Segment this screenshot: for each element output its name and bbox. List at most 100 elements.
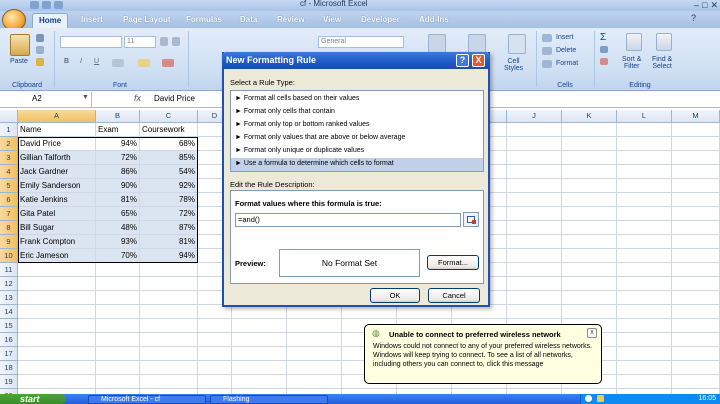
empty-cell[interactable] bbox=[672, 151, 720, 165]
score-cell[interactable]: 92% bbox=[140, 179, 198, 193]
row-header-2[interactable]: 2 bbox=[0, 137, 18, 151]
tab-data[interactable]: Data bbox=[234, 13, 263, 28]
empty-cell[interactable] bbox=[507, 263, 562, 277]
empty-cell[interactable] bbox=[562, 263, 617, 277]
empty-cell[interactable] bbox=[562, 165, 617, 179]
empty-cell[interactable] bbox=[140, 277, 198, 291]
select-all-corner[interactable] bbox=[0, 110, 18, 123]
empty-cell[interactable] bbox=[507, 305, 562, 319]
empty-cell[interactable] bbox=[140, 347, 198, 361]
column-header-m[interactable]: M bbox=[672, 110, 720, 123]
score-cell[interactable]: 90% bbox=[96, 179, 140, 193]
row-header-13[interactable]: 13 bbox=[0, 291, 18, 305]
score-cell[interactable]: 86% bbox=[96, 165, 140, 179]
empty-cell[interactable] bbox=[18, 277, 96, 291]
dialog-close-button[interactable]: X bbox=[472, 54, 485, 67]
cut-icon[interactable] bbox=[36, 34, 44, 42]
tab-home[interactable]: Home bbox=[32, 13, 69, 28]
format-as-table-icon[interactable] bbox=[468, 34, 486, 54]
empty-cell[interactable] bbox=[672, 123, 720, 137]
format-painter-icon[interactable] bbox=[36, 58, 44, 66]
score-cell[interactable]: 81% bbox=[96, 193, 140, 207]
empty-cell[interactable] bbox=[18, 333, 96, 347]
taskbar-item-excel[interactable]: Microsoft Excel - cf bbox=[88, 395, 206, 404]
row-header-5[interactable]: 5 bbox=[0, 179, 18, 193]
sort-filter-label[interactable]: Sort & Filter bbox=[622, 56, 641, 70]
fill-icon[interactable] bbox=[600, 46, 608, 53]
empty-cell[interactable] bbox=[140, 375, 198, 389]
paste-icon[interactable] bbox=[10, 34, 30, 56]
sort-filter-icon[interactable] bbox=[626, 33, 642, 51]
empty-cell[interactable] bbox=[672, 361, 720, 375]
column-header-a[interactable]: A bbox=[18, 110, 96, 123]
empty-cell[interactable] bbox=[287, 347, 342, 361]
taskbar-item-flashing[interactable]: Flashing bbox=[210, 395, 328, 404]
start-button[interactable]: start bbox=[0, 394, 66, 404]
insert-cells-icon[interactable] bbox=[542, 34, 552, 42]
row-header-17[interactable]: 17 bbox=[0, 347, 18, 361]
empty-cell[interactable] bbox=[18, 291, 96, 305]
tab-view[interactable]: View bbox=[317, 13, 347, 28]
row-header-14[interactable]: 14 bbox=[0, 305, 18, 319]
cell-styles-icon[interactable] bbox=[508, 34, 526, 54]
bold-icon[interactable]: B bbox=[64, 58, 69, 65]
column-header-j[interactable]: J bbox=[507, 110, 562, 123]
empty-cell[interactable] bbox=[562, 193, 617, 207]
format-cells-label[interactable]: Format bbox=[556, 60, 578, 67]
quick-access-redo-icon[interactable] bbox=[54, 1, 63, 9]
empty-cell[interactable] bbox=[617, 221, 672, 235]
row-header-10[interactable]: 10 bbox=[0, 249, 18, 263]
rule-type-item[interactable]: ► Format only values that are above or b… bbox=[231, 132, 483, 145]
empty-cell[interactable] bbox=[96, 347, 140, 361]
empty-cell[interactable] bbox=[672, 137, 720, 151]
fill-color-icon[interactable] bbox=[138, 59, 150, 67]
empty-cell[interactable] bbox=[507, 179, 562, 193]
name-box[interactable]: A2 bbox=[0, 92, 92, 107]
borders-icon[interactable] bbox=[112, 59, 124, 67]
quick-access-save-icon[interactable] bbox=[30, 1, 39, 9]
empty-cell[interactable] bbox=[617, 137, 672, 151]
empty-cell[interactable] bbox=[672, 207, 720, 221]
empty-cell[interactable] bbox=[617, 347, 672, 361]
empty-cell[interactable] bbox=[672, 249, 720, 263]
empty-cell[interactable] bbox=[617, 319, 672, 333]
empty-cell[interactable] bbox=[562, 305, 617, 319]
ok-button[interactable]: OK bbox=[370, 288, 420, 303]
row-header-15[interactable]: 15 bbox=[0, 319, 18, 333]
empty-cell[interactable] bbox=[617, 263, 672, 277]
row-header-8[interactable]: 8 bbox=[0, 221, 18, 235]
row-header-9[interactable]: 9 bbox=[0, 235, 18, 249]
empty-cell[interactable] bbox=[672, 193, 720, 207]
score-cell[interactable]: 93% bbox=[96, 235, 140, 249]
font-color-icon[interactable] bbox=[162, 59, 174, 67]
delete-cells-icon[interactable] bbox=[542, 47, 552, 55]
empty-cell[interactable] bbox=[617, 207, 672, 221]
column-header-k[interactable]: K bbox=[562, 110, 617, 123]
empty-cell[interactable] bbox=[18, 263, 96, 277]
empty-cell[interactable] bbox=[287, 319, 342, 333]
font-name-box[interactable] bbox=[60, 36, 122, 48]
dialog-help-button[interactable]: ? bbox=[456, 54, 469, 67]
empty-cell[interactable] bbox=[18, 319, 96, 333]
row-header-4[interactable]: 4 bbox=[0, 165, 18, 179]
empty-cell[interactable] bbox=[96, 291, 140, 305]
minimize-icon[interactable]: – bbox=[694, 0, 699, 11]
name-box-dropdown-icon[interactable]: ▼ bbox=[82, 94, 89, 101]
copy-icon[interactable] bbox=[36, 46, 44, 54]
empty-cell[interactable] bbox=[452, 305, 507, 319]
row-header-16[interactable]: 16 bbox=[0, 333, 18, 347]
column-header-l[interactable]: L bbox=[617, 110, 672, 123]
empty-cell[interactable] bbox=[617, 193, 672, 207]
rule-type-item[interactable]: ► Format only unique or duplicate values bbox=[231, 145, 483, 158]
empty-cell[interactable] bbox=[232, 375, 287, 389]
empty-cell[interactable] bbox=[507, 193, 562, 207]
score-cell[interactable]: 94% bbox=[96, 137, 140, 151]
tab-developer[interactable]: Developer bbox=[355, 13, 406, 28]
column-header-b[interactable]: B bbox=[96, 110, 140, 123]
empty-cell[interactable] bbox=[672, 235, 720, 249]
empty-cell[interactable] bbox=[287, 375, 342, 389]
clear-icon[interactable] bbox=[600, 58, 608, 65]
name-cell[interactable]: Jack Gardner bbox=[18, 165, 96, 179]
empty-cell[interactable] bbox=[140, 291, 198, 305]
tab-add-ins[interactable]: Add-Ins bbox=[413, 13, 455, 28]
